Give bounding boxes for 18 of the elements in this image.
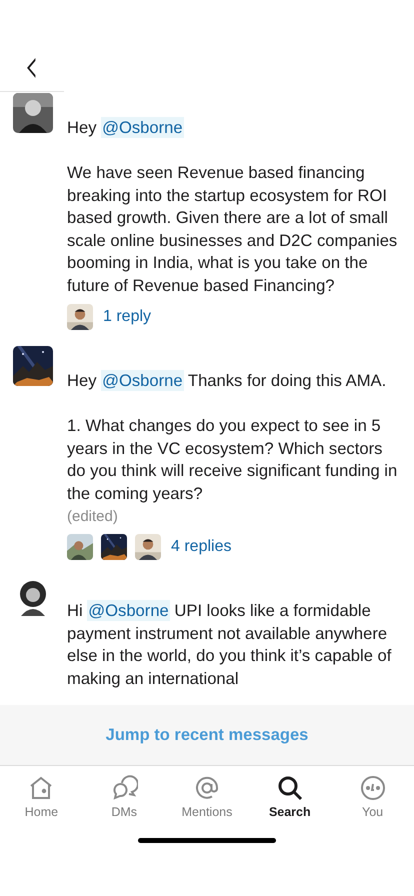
mention-link[interactable]: @Osborne: [87, 600, 170, 621]
tab-item[interactable]: DMs: [82, 766, 166, 828]
message-text: Hey @Osborne Thanks for doing this AMA. 1. What changes do you expect to see in 5 years in the VC ecosystem? Which sectors do you think will receive significant funding in the coming years?: [67, 370, 398, 504]
search-icon: [276, 774, 304, 802]
tab-item[interactable]: Home: [0, 766, 83, 828]
message-text: Hi @Osborne UPI looks like a formidable payment instrument not available anywhere else in the world, do you think it’s capable of making an international: [67, 600, 392, 690]
mention-link[interactable]: @Osborne: [101, 370, 184, 391]
smiley-face-icon: [358, 774, 387, 802]
jump-to-recent-button[interactable]: Jump to recent messages: [100, 724, 314, 746]
tab-item[interactable]: Search: [248, 766, 332, 828]
replies-link[interactable]: 1 reply: [103, 308, 152, 326]
mention-link[interactable]: @Osborne: [101, 117, 184, 138]
edited-label: (edited): [67, 507, 119, 527]
tab-item[interactable]: You: [331, 766, 414, 828]
back-button[interactable]: ‹: [20, 46, 44, 86]
message-text: Hey @Osborne We have seen Revenue based financing breaking into the startup ecosystem for ROI based growth. Given there are a lot of small scale online businesses and D2C companies booming in India, what is you take on the future of Revenue based Financing?: [67, 117, 398, 296]
tab-item[interactable]: Mentions: [166, 766, 248, 828]
replies-link[interactable]: 4 replies: [171, 538, 232, 556]
